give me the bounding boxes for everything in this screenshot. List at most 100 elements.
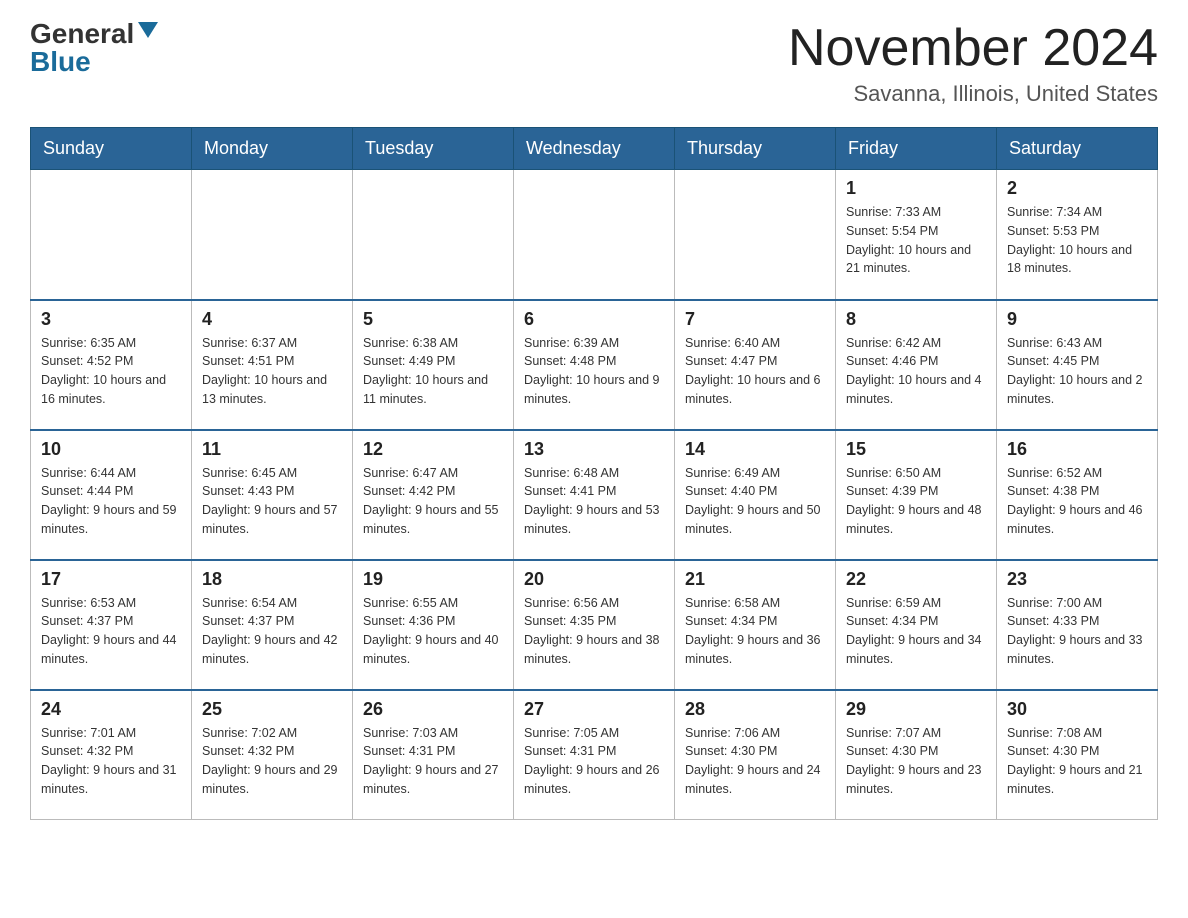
day-info: Sunrise: 6:56 AMSunset: 4:35 PMDaylight:… bbox=[524, 594, 664, 669]
location-title: Savanna, Illinois, United States bbox=[788, 81, 1158, 107]
page-header: General Blue November 2024 Savanna, Illi… bbox=[30, 20, 1158, 107]
day-info: Sunrise: 6:52 AMSunset: 4:38 PMDaylight:… bbox=[1007, 464, 1147, 539]
calendar-cell bbox=[192, 170, 353, 300]
calendar-cell: 19 Sunrise: 6:55 AMSunset: 4:36 PMDayligh… bbox=[353, 560, 514, 690]
day-number: 15 bbox=[846, 439, 986, 460]
day-number: 10 bbox=[41, 439, 181, 460]
month-title: November 2024 bbox=[788, 20, 1158, 77]
logo-general-text: General bbox=[30, 20, 134, 48]
day-number: 28 bbox=[685, 699, 825, 720]
calendar-cell: 11 Sunrise: 6:45 AMSunset: 4:43 PMDayligh… bbox=[192, 430, 353, 560]
calendar-cell: 18 Sunrise: 6:54 AMSunset: 4:37 PMDayligh… bbox=[192, 560, 353, 690]
calendar-header-tuesday: Tuesday bbox=[353, 128, 514, 170]
day-info: Sunrise: 6:48 AMSunset: 4:41 PMDaylight:… bbox=[524, 464, 664, 539]
calendar-cell: 13 Sunrise: 6:48 AMSunset: 4:41 PMDayligh… bbox=[514, 430, 675, 560]
calendar-table: SundayMondayTuesdayWednesdayThursdayFrid… bbox=[30, 127, 1158, 820]
day-info: Sunrise: 7:05 AMSunset: 4:31 PMDaylight:… bbox=[524, 724, 664, 799]
day-info: Sunrise: 6:42 AMSunset: 4:46 PMDaylight:… bbox=[846, 334, 986, 409]
calendar-cell: 8 Sunrise: 6:42 AMSunset: 4:46 PMDaylight… bbox=[836, 300, 997, 430]
day-number: 24 bbox=[41, 699, 181, 720]
title-block: November 2024 Savanna, Illinois, United … bbox=[788, 20, 1158, 107]
calendar-cell: 7 Sunrise: 6:40 AMSunset: 4:47 PMDaylight… bbox=[675, 300, 836, 430]
calendar-cell: 10 Sunrise: 6:44 AMSunset: 4:44 PMDayligh… bbox=[31, 430, 192, 560]
calendar-cell: 12 Sunrise: 6:47 AMSunset: 4:42 PMDayligh… bbox=[353, 430, 514, 560]
day-number: 13 bbox=[524, 439, 664, 460]
calendar-week-row: 10 Sunrise: 6:44 AMSunset: 4:44 PMDayligh… bbox=[31, 430, 1158, 560]
day-number: 17 bbox=[41, 569, 181, 590]
calendar-header-friday: Friday bbox=[836, 128, 997, 170]
day-info: Sunrise: 6:38 AMSunset: 4:49 PMDaylight:… bbox=[363, 334, 503, 409]
calendar-cell: 16Sunrise: 6:52 AMSunset: 4:38 PMDayligh… bbox=[997, 430, 1158, 560]
calendar-cell: 28 Sunrise: 7:06 AMSunset: 4:30 PMDayligh… bbox=[675, 690, 836, 820]
calendar-cell bbox=[675, 170, 836, 300]
calendar-week-row: 24 Sunrise: 7:01 AMSunset: 4:32 PMDayligh… bbox=[31, 690, 1158, 820]
logo-triangle-icon bbox=[138, 22, 158, 38]
calendar-cell: 25Sunrise: 7:02 AMSunset: 4:32 PMDayligh… bbox=[192, 690, 353, 820]
day-info: Sunrise: 6:58 AMSunset: 4:34 PMDaylight:… bbox=[685, 594, 825, 669]
calendar-cell: 4 Sunrise: 6:37 AMSunset: 4:51 PMDaylight… bbox=[192, 300, 353, 430]
calendar-cell: 22Sunrise: 6:59 AMSunset: 4:34 PMDayligh… bbox=[836, 560, 997, 690]
day-info: Sunrise: 6:54 AMSunset: 4:37 PMDaylight:… bbox=[202, 594, 342, 669]
calendar-week-row: 1 Sunrise: 7:33 AMSunset: 5:54 PMDaylight… bbox=[31, 170, 1158, 300]
day-number: 29 bbox=[846, 699, 986, 720]
day-info: Sunrise: 6:40 AMSunset: 4:47 PMDaylight:… bbox=[685, 334, 825, 409]
day-info: Sunrise: 6:47 AMSunset: 4:42 PMDaylight:… bbox=[363, 464, 503, 539]
calendar-cell bbox=[353, 170, 514, 300]
day-info: Sunrise: 7:03 AMSunset: 4:31 PMDaylight:… bbox=[363, 724, 503, 799]
day-info: Sunrise: 7:01 AMSunset: 4:32 PMDaylight:… bbox=[41, 724, 181, 799]
day-info: Sunrise: 6:39 AMSunset: 4:48 PMDaylight:… bbox=[524, 334, 664, 409]
day-number: 5 bbox=[363, 309, 503, 330]
calendar-cell: 21 Sunrise: 6:58 AMSunset: 4:34 PMDayligh… bbox=[675, 560, 836, 690]
day-info: Sunrise: 6:45 AMSunset: 4:43 PMDaylight:… bbox=[202, 464, 342, 539]
day-number: 2 bbox=[1007, 178, 1147, 199]
day-number: 3 bbox=[41, 309, 181, 330]
day-info: Sunrise: 6:43 AMSunset: 4:45 PMDaylight:… bbox=[1007, 334, 1147, 409]
day-number: 4 bbox=[202, 309, 342, 330]
day-number: 11 bbox=[202, 439, 342, 460]
day-number: 18 bbox=[202, 569, 342, 590]
calendar-header-wednesday: Wednesday bbox=[514, 128, 675, 170]
calendar-cell: 6Sunrise: 6:39 AMSunset: 4:48 PMDaylight… bbox=[514, 300, 675, 430]
calendar-cell: 15 Sunrise: 6:50 AMSunset: 4:39 PMDayligh… bbox=[836, 430, 997, 560]
day-number: 25 bbox=[202, 699, 342, 720]
calendar-cell: 29 Sunrise: 7:07 AMSunset: 4:30 PMDayligh… bbox=[836, 690, 997, 820]
day-number: 22 bbox=[846, 569, 986, 590]
calendar-cell bbox=[514, 170, 675, 300]
day-number: 7 bbox=[685, 309, 825, 330]
calendar-header-row: SundayMondayTuesdayWednesdayThursdayFrid… bbox=[31, 128, 1158, 170]
day-info: Sunrise: 6:35 AMSunset: 4:52 PMDaylight:… bbox=[41, 334, 181, 409]
day-info: Sunrise: 7:33 AMSunset: 5:54 PMDaylight:… bbox=[846, 203, 986, 278]
day-info: Sunrise: 7:34 AMSunset: 5:53 PMDaylight:… bbox=[1007, 203, 1147, 278]
calendar-cell: 27 Sunrise: 7:05 AMSunset: 4:31 PMDayligh… bbox=[514, 690, 675, 820]
calendar-cell: 5 Sunrise: 6:38 AMSunset: 4:49 PMDaylight… bbox=[353, 300, 514, 430]
day-number: 9 bbox=[1007, 309, 1147, 330]
calendar-cell: 2 Sunrise: 7:34 AMSunset: 5:53 PMDaylight… bbox=[997, 170, 1158, 300]
day-number: 20 bbox=[524, 569, 664, 590]
calendar-cell: 26 Sunrise: 7:03 AMSunset: 4:31 PMDayligh… bbox=[353, 690, 514, 820]
day-number: 12 bbox=[363, 439, 503, 460]
day-number: 26 bbox=[363, 699, 503, 720]
calendar-cell: 30Sunrise: 7:08 AMSunset: 4:30 PMDayligh… bbox=[997, 690, 1158, 820]
calendar-week-row: 17Sunrise: 6:53 AMSunset: 4:37 PMDayligh… bbox=[31, 560, 1158, 690]
day-number: 30 bbox=[1007, 699, 1147, 720]
calendar-cell bbox=[31, 170, 192, 300]
day-info: Sunrise: 6:44 AMSunset: 4:44 PMDaylight:… bbox=[41, 464, 181, 539]
calendar-cell: 1 Sunrise: 7:33 AMSunset: 5:54 PMDaylight… bbox=[836, 170, 997, 300]
calendar-cell: 3 Sunrise: 6:35 AMSunset: 4:52 PMDaylight… bbox=[31, 300, 192, 430]
day-info: Sunrise: 6:37 AMSunset: 4:51 PMDaylight:… bbox=[202, 334, 342, 409]
day-info: Sunrise: 7:06 AMSunset: 4:30 PMDaylight:… bbox=[685, 724, 825, 799]
day-info: Sunrise: 6:49 AMSunset: 4:40 PMDaylight:… bbox=[685, 464, 825, 539]
calendar-week-row: 3 Sunrise: 6:35 AMSunset: 4:52 PMDaylight… bbox=[31, 300, 1158, 430]
day-number: 21 bbox=[685, 569, 825, 590]
day-info: Sunrise: 6:50 AMSunset: 4:39 PMDaylight:… bbox=[846, 464, 986, 539]
calendar-header-saturday: Saturday bbox=[997, 128, 1158, 170]
calendar-cell: 20 Sunrise: 6:56 AMSunset: 4:35 PMDayligh… bbox=[514, 560, 675, 690]
day-number: 1 bbox=[846, 178, 986, 199]
day-number: 8 bbox=[846, 309, 986, 330]
logo-blue-text: Blue bbox=[30, 48, 91, 76]
day-number: 27 bbox=[524, 699, 664, 720]
day-info: Sunrise: 6:55 AMSunset: 4:36 PMDaylight:… bbox=[363, 594, 503, 669]
calendar-header-sunday: Sunday bbox=[31, 128, 192, 170]
day-number: 19 bbox=[363, 569, 503, 590]
day-info: Sunrise: 7:07 AMSunset: 4:30 PMDaylight:… bbox=[846, 724, 986, 799]
